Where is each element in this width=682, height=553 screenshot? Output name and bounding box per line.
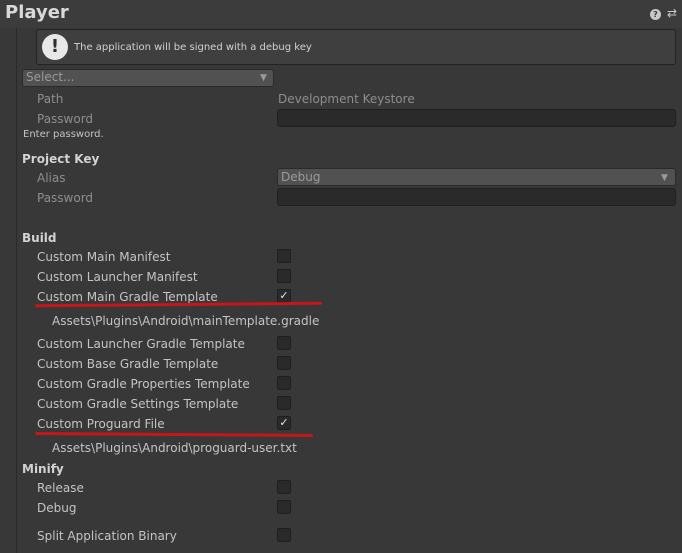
custom-launcher-gradle-template-label: Custom Launcher Gradle Template [37,337,245,351]
build-heading: Build [22,231,57,245]
project-key-password-label: Password [37,191,94,205]
custom-gradle-properties-template-checkbox[interactable] [277,376,291,390]
minify-release-label: Release [37,481,84,495]
annotation-underline [34,432,314,437]
keystore-path-label: Path [37,92,64,106]
alias-value: Debug [281,170,321,184]
custom-base-gradle-template-checkbox[interactable] [277,356,291,370]
proguard-file-path: Assets\Plugins\Android\proguard-user.txt [52,441,297,455]
custom-gradle-settings-template-label: Custom Gradle Settings Template [37,397,239,411]
split-application-binary-checkbox[interactable] [277,528,291,542]
custom-launcher-gradle-template-checkbox[interactable] [277,336,291,350]
warning-icon: ! [42,34,68,60]
page-title: Player [5,2,69,23]
minify-debug-label: Debug [37,501,77,515]
custom-gradle-properties-template-label: Custom Gradle Properties Template [37,377,250,391]
alias-dropdown[interactable] [277,168,676,186]
custom-launcher-manifest-label: Custom Launcher Manifest [37,270,198,284]
custom-proguard-file-checkbox[interactable]: ✓ [277,416,291,430]
minify-debug-checkbox[interactable] [277,500,291,514]
project-key-password-field[interactable] [277,188,676,206]
keystore-path-value: Development Keystore [278,92,415,106]
enter-password-hint: Enter password. [23,129,104,140]
inspector-header [0,0,682,28]
keystore-password-field[interactable] [277,109,676,127]
custom-main-manifest-label: Custom Main Manifest [37,250,171,264]
chevron-down-icon: ▼ [260,73,267,83]
alias-label: Alias [37,171,66,185]
custom-proguard-file-label: Custom Proguard File [37,417,165,431]
project-key-heading: Project Key [22,152,100,166]
chevron-down-icon: ▼ [661,173,668,183]
split-application-binary-label: Split Application Binary [37,529,177,543]
custom-main-gradle-template-checkbox[interactable]: ✓ [277,289,291,303]
helpbox-text: The application will be signed with a de… [74,42,312,53]
preset-settings-icon[interactable]: ⇄ [667,6,677,20]
indent-guide [16,28,17,553]
custom-main-manifest-checkbox[interactable] [277,249,291,263]
custom-gradle-settings-template-checkbox[interactable] [277,396,291,410]
keystore-select-label: Select... [26,70,75,84]
minify-release-checkbox[interactable] [277,480,291,494]
custom-launcher-manifest-checkbox[interactable] [277,269,291,283]
keystore-password-label: Password [37,112,94,126]
minify-heading: Minify [22,462,64,476]
help-icon[interactable]: ? [650,9,661,20]
custom-base-gradle-template-label: Custom Base Gradle Template [37,357,219,371]
main-gradle-template-path: Assets\Plugins\Android\mainTemplate.grad… [52,314,320,328]
